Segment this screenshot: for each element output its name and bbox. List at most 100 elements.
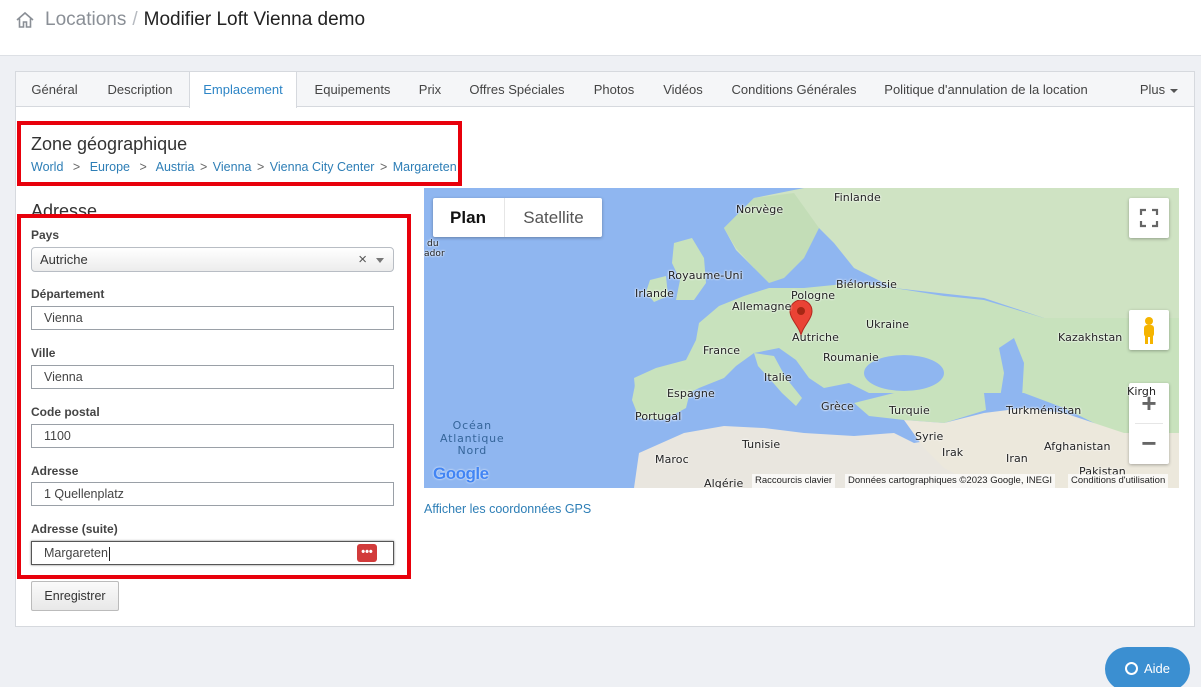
map-label-irak: Irak: [942, 446, 964, 459]
help-button[interactable]: Aide: [1105, 647, 1190, 687]
map-label-algerie: Algérie: [704, 477, 744, 488]
city-label: Ville: [31, 346, 56, 360]
zoom-out-button[interactable]: −: [1129, 424, 1169, 464]
country-select[interactable]: Autriche ×: [31, 247, 394, 272]
city-field[interactable]: Vienna: [31, 365, 394, 389]
zone-breadcrumb: World > Europe > Austria > Vienna > Vien…: [31, 160, 457, 175]
map-label-irlande: Irlande: [635, 287, 674, 300]
map-label-italie: Italie: [764, 371, 792, 384]
zone-separator: >: [139, 160, 147, 174]
map-label-bielorussie: Biélorussie: [836, 278, 898, 291]
show-gps-coordinates-link[interactable]: Afficher les coordonnées GPS: [424, 502, 591, 516]
ocean-line-3: Nord: [457, 444, 487, 457]
terms-of-use-link[interactable]: Conditions d'utilisation: [1068, 474, 1169, 488]
map-label-syrie: Syrie: [915, 430, 944, 443]
map-data-attribution: Données cartographiques ©2023 Google, IN…: [845, 474, 1055, 488]
tab-plus-label: Plus: [1139, 82, 1166, 97]
zone-title: Zone géographique: [31, 134, 188, 154]
caret-down-icon: [1170, 88, 1179, 93]
tab-prix[interactable]: Prix: [406, 72, 454, 107]
google-logo: Google: [433, 464, 489, 484]
zone-link-world[interactable]: World: [31, 160, 63, 174]
pegman-icon: [1144, 317, 1154, 344]
zone-separator: >: [256, 160, 265, 174]
department-label: Département: [31, 287, 105, 301]
department-field[interactable]: Vienna: [31, 306, 394, 330]
zone-separator: >: [379, 160, 388, 174]
map-label-kazakhstan: Kazakhstan: [1058, 331, 1123, 344]
tab-plus-dropdown[interactable]: Plus: [1128, 72, 1190, 107]
map-view[interactable]: Plan Satellite + − Finlande Norvège Roya…: [424, 188, 1179, 488]
map-label-du: du: [427, 239, 439, 249]
map-label-afghanistan: Afghanistan: [1044, 440, 1111, 453]
keyboard-shortcuts-link[interactable]: Raccourcis clavier: [752, 474, 836, 488]
map-label-iran: Iran: [1006, 452, 1028, 465]
fullscreen-icon: [1139, 208, 1159, 228]
map-label-autriche: Autriche: [792, 331, 839, 344]
home-icon[interactable]: [15, 10, 35, 30]
map-label-ocean: Océan Atlantique Nord: [440, 419, 505, 458]
page-title: Modifier Loft Vienna demo: [143, 9, 366, 30]
password-manager-icon[interactable]: •••: [357, 544, 377, 562]
tab-conditions-generales[interactable]: Conditions Générales: [718, 72, 870, 107]
map-type-satellite-button[interactable]: Satellite: [504, 198, 602, 237]
address2-field[interactable]: Margareten •••: [31, 541, 394, 565]
map-label-roumanie: Roumanie: [823, 351, 879, 364]
map-label-maroc: Maroc: [655, 453, 689, 466]
map-label-royaume-uni: Royaume-Uni: [668, 269, 743, 282]
google-logo-text: Google: [433, 464, 489, 483]
lifebuoy-icon: [1124, 662, 1138, 675]
tab-bar: Général Description Emplacement Equipeme…: [16, 72, 1194, 108]
map-label-france: France: [703, 344, 741, 357]
country-selected-value: Autriche: [40, 252, 88, 267]
zone-link-vienna-city-center[interactable]: Vienna City Center: [270, 160, 375, 174]
tab-photos[interactable]: Photos: [580, 72, 648, 107]
map-label-turquie: Turquie: [889, 404, 930, 417]
address2-label: Adresse (suite): [31, 522, 118, 536]
chevron-down-icon[interactable]: [376, 258, 384, 263]
tab-equipements[interactable]: Equipements: [299, 72, 406, 107]
map-label-allemagne: Allemagne: [732, 300, 792, 313]
breadcrumb-separator: /: [132, 9, 138, 30]
map-label-ukraine: Ukraine: [866, 318, 910, 331]
map-label-tunisie: Tunisie: [742, 438, 781, 451]
breadcrumb: Locations / Modifier Loft Vienna demo: [45, 9, 365, 31]
map-label-finlande: Finlande: [834, 191, 881, 204]
breadcrumb-locations-link[interactable]: Locations: [45, 9, 126, 30]
tab-offres-speciales[interactable]: Offres Spéciales: [454, 72, 580, 107]
top-bar: Locations / Modifier Loft Vienna demo: [0, 0, 1201, 56]
street-view-button[interactable]: [1129, 310, 1169, 350]
zone-link-europe[interactable]: Europe: [90, 160, 130, 174]
country-label: Pays: [31, 228, 60, 242]
address-field[interactable]: 1 Quellenplatz: [31, 482, 394, 506]
clear-icon[interactable]: ×: [358, 248, 367, 271]
zone-separator: >: [72, 160, 81, 174]
postal-code-label: Code postal: [31, 405, 100, 419]
save-button[interactable]: Enregistrer: [31, 581, 119, 611]
tab-description[interactable]: Description: [93, 72, 187, 107]
map-label-pologne: Pologne: [791, 289, 836, 302]
map-type-plan-button[interactable]: Plan: [433, 198, 503, 237]
zone-link-austria[interactable]: Austria: [156, 160, 195, 174]
map-label-grece: Grèce: [821, 400, 854, 413]
address-label: Adresse: [31, 464, 79, 478]
tab-politique-annulation[interactable]: Politique d'annulation de la location: [870, 72, 1102, 107]
map-label-portugal: Portugal: [635, 410, 682, 423]
fullscreen-button[interactable]: [1129, 198, 1169, 238]
zone-separator: >: [200, 160, 208, 174]
zone-link-vienna[interactable]: Vienna: [213, 160, 252, 174]
ocean-line-1: Océan: [452, 419, 492, 432]
tab-videos[interactable]: Vidéos: [648, 72, 718, 107]
postal-code-field[interactable]: 1100: [31, 424, 394, 448]
help-button-label: Aide: [1143, 661, 1171, 676]
zone-link-margareten[interactable]: Margareten: [393, 160, 457, 174]
tab-emplacement[interactable]: Emplacement: [189, 72, 297, 108]
map-label-ador: ador: [424, 249, 445, 259]
text-cursor: [108, 546, 110, 561]
tab-general[interactable]: Général: [16, 72, 93, 107]
map-label-norvege: Norvège: [736, 203, 784, 216]
map-type-control: Plan Satellite: [433, 198, 602, 237]
address2-value: Margareten: [44, 546, 108, 560]
map-label-kirgh: Kirgh: [1127, 385, 1157, 398]
map-label-turkmenistan: Turkménistan: [1006, 404, 1082, 417]
